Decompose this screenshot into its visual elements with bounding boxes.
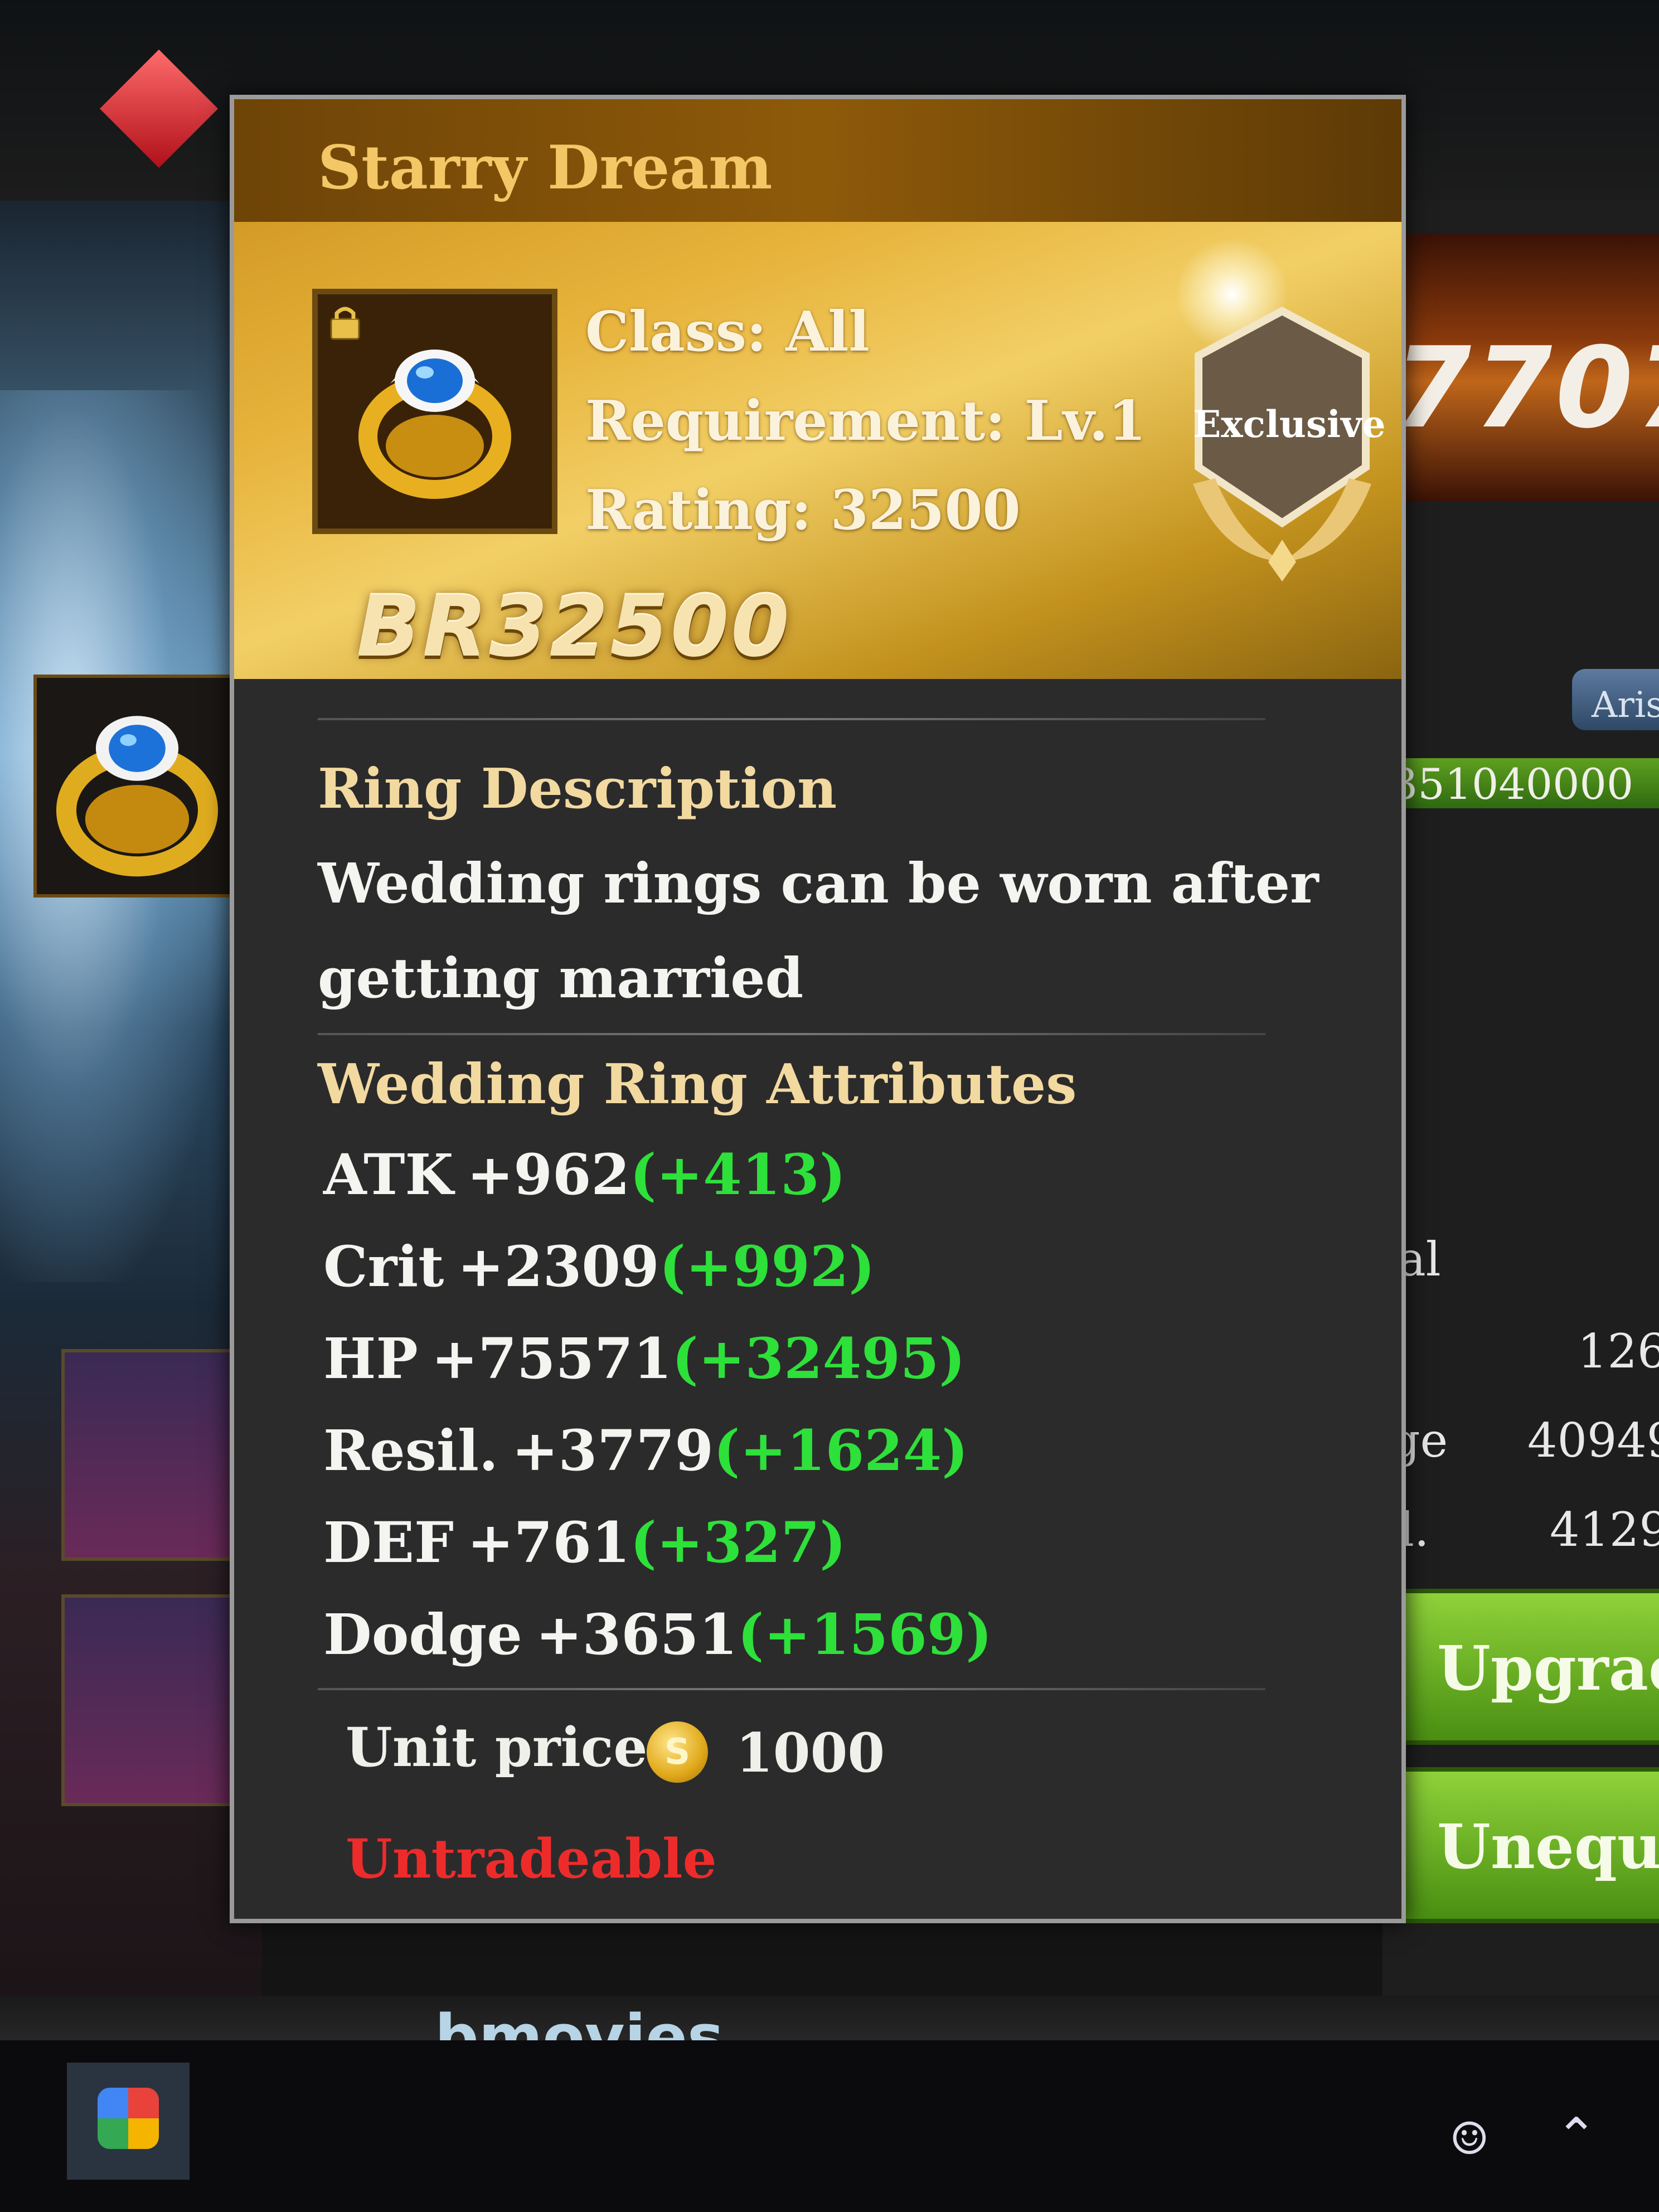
attribute-bonus: (+1624): [713, 1418, 968, 1483]
divider: [318, 718, 1265, 720]
attribute-bonus: (+327): [630, 1510, 846, 1575]
attribute-name: DEF: [323, 1510, 454, 1575]
attribute-value: +3651: [535, 1602, 738, 1667]
battle-power-value: 7707: [1394, 323, 1659, 453]
unit-price-value: 1000: [736, 1721, 885, 1784]
item-tooltip: Starry Dream Class: All Requirement: Lv.…: [230, 95, 1406, 1923]
divider: [318, 1688, 1265, 1690]
attribute-value: +2309: [457, 1234, 659, 1299]
attribute-bonus: (+413): [629, 1142, 846, 1207]
ring-icon: [358, 350, 511, 499]
tradeable-status: Untradeable: [346, 1827, 717, 1890]
stat-value: 4129: [1550, 1502, 1659, 1557]
attribute-row: Crit +2309(+992): [323, 1234, 875, 1299]
xp-value: 351040000: [1391, 759, 1634, 809]
attribute-row: DEF +761(+327): [323, 1510, 846, 1575]
stat-value: 126: [1578, 1324, 1659, 1379]
upgrade-button-label: Upgrade: [1437, 1632, 1659, 1704]
attribute-bonus: (+32495): [672, 1326, 966, 1391]
item-name: Starry Dream: [318, 133, 773, 203]
attribute-name: HP: [323, 1326, 418, 1391]
description-text: Wedding rings can be worn after: [318, 852, 1319, 916]
attribute-name: Crit: [323, 1234, 444, 1299]
attribute-row: HP +75571(+32495): [323, 1326, 966, 1391]
attribute-row: Resil. +3779(+1624): [323, 1418, 968, 1483]
people-icon[interactable]: ☺: [1449, 2113, 1490, 2165]
silver-coin-icon: S: [647, 1721, 708, 1783]
attribute-bonus: (+992): [659, 1234, 875, 1299]
lock-icon: [330, 307, 360, 340]
description-text: getting married: [318, 947, 804, 1011]
divider: [318, 1033, 1265, 1035]
battle-rating: BR32500: [357, 579, 792, 676]
item-class: Class: All: [585, 300, 870, 364]
item-rating: Rating: 32500: [585, 478, 1021, 542]
description-heading: Ring Description: [318, 757, 837, 821]
attribute-row: ATK +962(+413): [323, 1142, 846, 1207]
attribute-name: Dodge: [323, 1602, 522, 1667]
unit-price-label: Unit price:: [346, 1716, 667, 1779]
ring-icon: [56, 716, 219, 877]
stat-value: 40949: [1527, 1413, 1659, 1468]
attribute-name: ATK: [323, 1142, 454, 1207]
item-icon-frame: [312, 289, 557, 534]
equipped-ring-slot[interactable]: [33, 675, 245, 898]
exclusive-badge-label: Exclusive: [1193, 402, 1386, 446]
attribute-row: Dodge +3651(+1569): [323, 1602, 992, 1667]
attributes-heading: Wedding Ring Attributes: [318, 1052, 1077, 1117]
app-icon: [98, 2088, 159, 2149]
attribute-value: +962: [467, 1142, 630, 1207]
chevron-up-icon[interactable]: ⌃: [1555, 2107, 1597, 2166]
attribute-value: +3779: [511, 1418, 714, 1483]
taskbar: [0, 2040, 1659, 2212]
attribute-name: Resil.: [323, 1418, 498, 1483]
attribute-value: +761: [467, 1510, 630, 1575]
attribute-bonus: (+1569): [738, 1602, 992, 1667]
unequip-button-label: Unequip: [1437, 1811, 1659, 1883]
name-tab-label: Aris: [1592, 685, 1659, 726]
item-requirement: Requirement: Lv.1: [585, 389, 1146, 453]
attribute-value: +75571: [431, 1326, 672, 1391]
